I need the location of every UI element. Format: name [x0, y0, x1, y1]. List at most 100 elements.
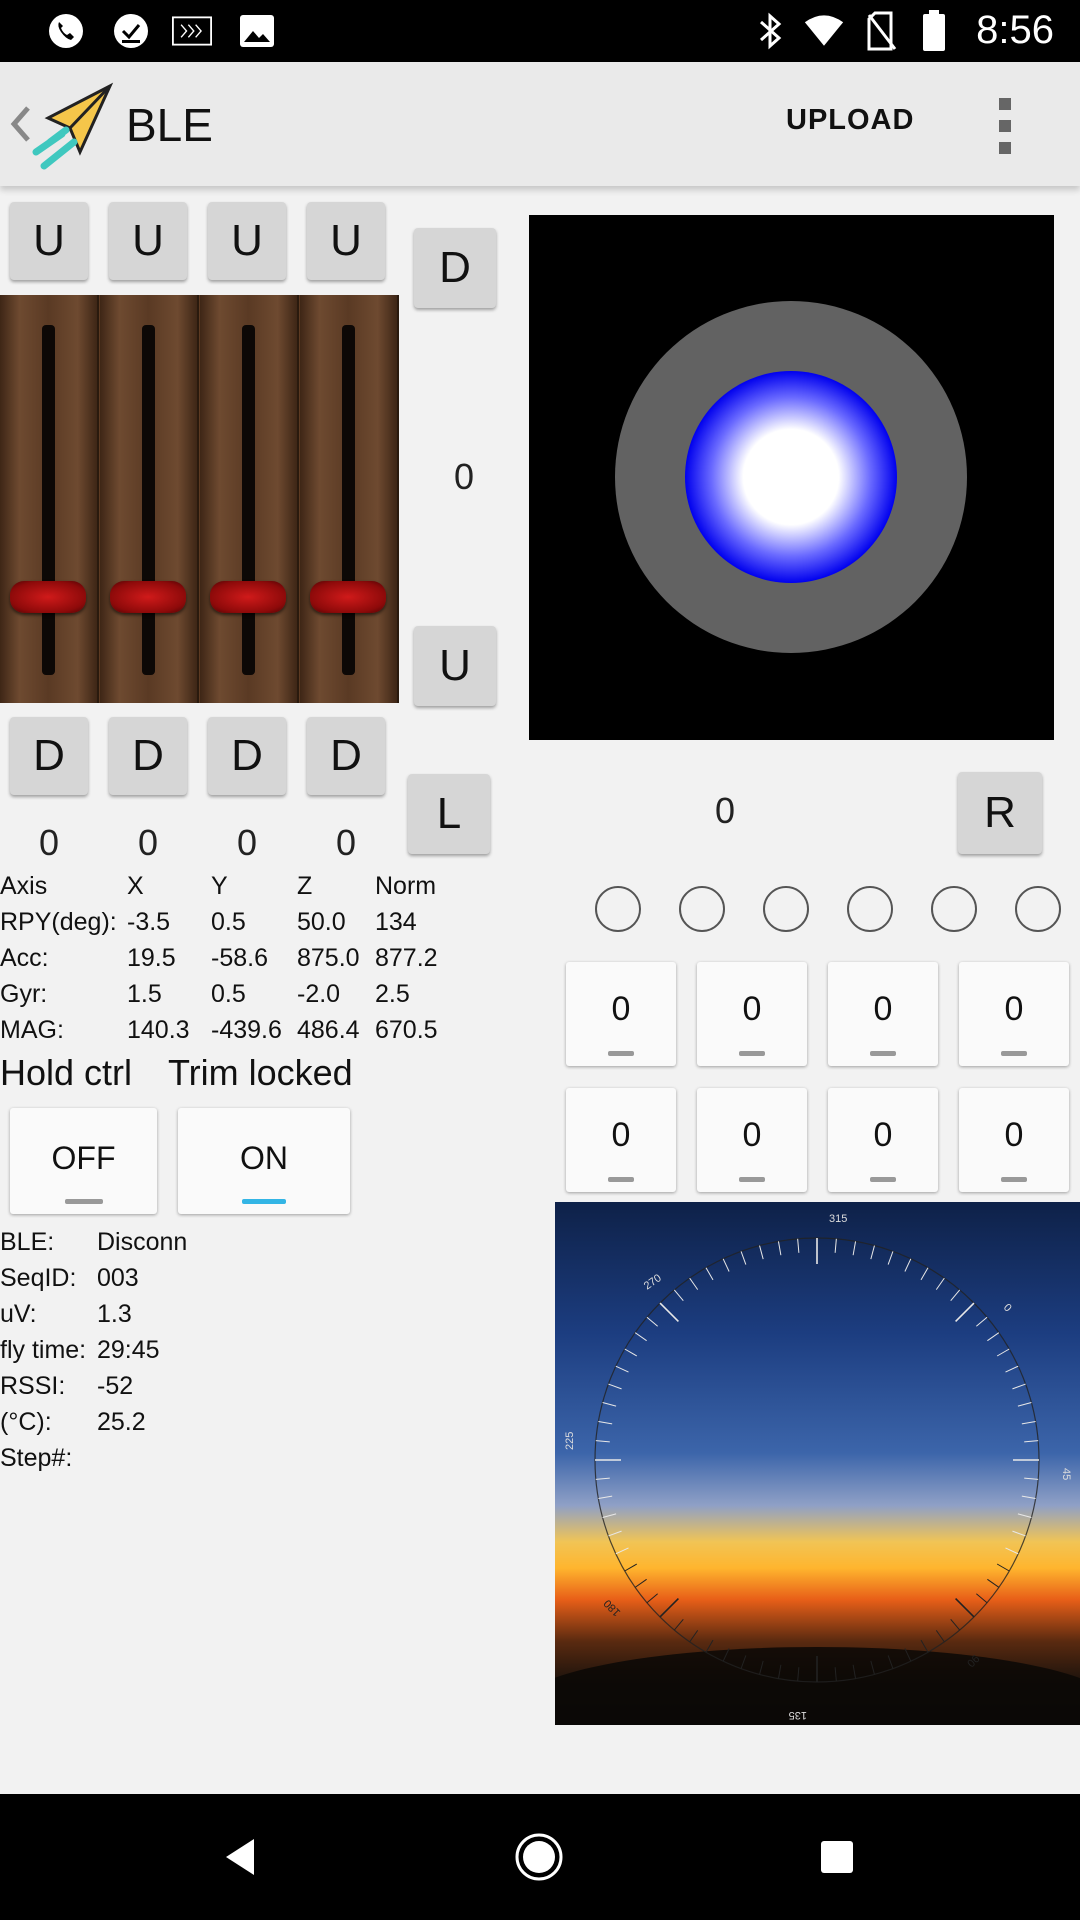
trim-locked-label: Trim locked [168, 1052, 353, 1093]
info-value: -52 [97, 1372, 134, 1400]
slider-4[interactable] [300, 295, 399, 703]
slider-3-thumb[interactable] [210, 581, 286, 613]
compass-tick [887, 1251, 894, 1265]
number-box-value: 0 [611, 1116, 631, 1154]
table-row-label: MAG: [0, 1016, 64, 1044]
compass-tick [797, 1238, 800, 1253]
compass-tick [598, 1495, 613, 1500]
number-box[interactable]: 0 [959, 1088, 1069, 1192]
trim-locked-toggle[interactable]: ON [178, 1108, 350, 1214]
slider-1-down-button[interactable]: D [10, 717, 88, 795]
number-box-value: 0 [1004, 1116, 1024, 1154]
slider-4-down-button[interactable]: D [307, 717, 385, 795]
joystick-pad[interactable] [529, 215, 1054, 740]
compass-tick [659, 1302, 679, 1322]
joystick-knob[interactable] [685, 371, 897, 583]
table-cell: 486.4 [297, 1016, 360, 1044]
compass-horizon-view: 315 270 0 225 45 180 90 135 [555, 1202, 1080, 1725]
hold-ctrl-label: Hold ctrl [0, 1052, 133, 1093]
bluetooth-icon [750, 11, 790, 51]
slider-2-value: 0 [137, 822, 159, 863]
compass-tick [608, 1530, 622, 1537]
compass-tick [608, 1383, 622, 1390]
table-cell: 50.0 [297, 908, 346, 936]
table-cell: -58.6 [211, 944, 268, 972]
home-icon[interactable] [514, 1832, 564, 1882]
channel-indicator [847, 886, 893, 932]
slider-2-down-button[interactable]: D [109, 717, 187, 795]
trim-value: 0 [453, 456, 475, 497]
slider-3-value: 0 [236, 822, 258, 863]
slider-1[interactable] [0, 295, 99, 703]
compass-tick [624, 1348, 638, 1357]
compass-tick [950, 1619, 961, 1631]
trim-down-button[interactable]: D [414, 228, 496, 308]
compass-tick [615, 1365, 629, 1373]
slider-1-thumb[interactable] [10, 581, 86, 613]
table-cell: 140.3 [127, 1016, 190, 1044]
compass-tick [1005, 1547, 1019, 1555]
slider-2-up-button[interactable]: U [109, 202, 187, 280]
compass-tick [1005, 1365, 1019, 1373]
recents-icon[interactable] [820, 1840, 854, 1874]
slider-panel [0, 295, 399, 703]
number-box[interactable]: 0 [697, 962, 807, 1066]
table-cell: 1.5 [127, 980, 162, 1008]
number-box-value: 0 [873, 990, 893, 1028]
number-box-value: 0 [873, 1116, 893, 1154]
navigation-bar [0, 1794, 1080, 1920]
joystick-graphic[interactable] [529, 215, 1054, 740]
overflow-menu-icon[interactable] [990, 96, 1020, 156]
no-sim-icon [862, 11, 902, 51]
table-cell: 0.5 [211, 908, 246, 936]
compass-tick [1017, 1513, 1032, 1518]
number-box[interactable]: 0 [566, 962, 676, 1066]
status-bar: 8:56 [0, 0, 1080, 62]
info-label: RSSI: [0, 1372, 66, 1400]
channel-indicator [931, 886, 977, 932]
slider-2-thumb[interactable] [110, 581, 186, 613]
compass-tick [935, 1277, 945, 1290]
table-cell: 2.5 [375, 980, 410, 1008]
up-navigation[interactable] [0, 62, 120, 186]
table-cell: 875.0 [297, 944, 360, 972]
image-icon [237, 11, 277, 51]
compass-tick [976, 1593, 988, 1604]
trim-up-button[interactable]: U [414, 626, 496, 706]
hold-ctrl-toggle[interactable]: OFF [10, 1108, 157, 1214]
slider-4-thumb[interactable] [310, 581, 386, 613]
number-box[interactable]: 0 [959, 962, 1069, 1066]
slider-4-up-button[interactable]: U [307, 202, 385, 280]
number-box[interactable]: 0 [566, 1088, 676, 1192]
number-box[interactable]: 0 [697, 1088, 807, 1192]
action-bar: BLE UPLOAD [0, 62, 1080, 186]
compass-tick [1024, 1440, 1039, 1443]
back-arrow-icon[interactable] [8, 104, 32, 144]
number-box[interactable]: 0 [828, 962, 938, 1066]
info-value: 1.3 [97, 1300, 132, 1328]
left-button[interactable]: L [408, 774, 490, 854]
slider-3-up-button[interactable]: U [208, 202, 286, 280]
compass-tick [996, 1563, 1010, 1572]
slider-3-down-button[interactable]: D [208, 717, 286, 795]
table-header-y: Y [211, 872, 228, 900]
number-box[interactable]: 0 [828, 1088, 938, 1192]
compass-tick [705, 1267, 714, 1281]
compass-tick [634, 1332, 647, 1342]
slider-1-up-button[interactable]: U [10, 202, 88, 280]
table-cell: -2.0 [297, 980, 341, 1008]
table-row-label: Acc: [0, 944, 49, 972]
slider-3[interactable] [200, 295, 299, 703]
compass-tick [598, 1420, 613, 1425]
table-cell: 134 [375, 908, 417, 936]
joystick-value: 0 [714, 790, 736, 831]
table-row-label: RPY(deg): [0, 908, 117, 936]
info-label: Step#: [0, 1444, 73, 1472]
right-button[interactable]: R [958, 772, 1042, 854]
compass-tick [976, 1316, 988, 1327]
upload-button[interactable]: UPLOAD [786, 104, 914, 137]
toggle-indicator-off [64, 1199, 103, 1204]
slider-2[interactable] [100, 295, 199, 703]
back-icon[interactable] [222, 1837, 258, 1877]
slider-1-value: 0 [38, 822, 60, 863]
